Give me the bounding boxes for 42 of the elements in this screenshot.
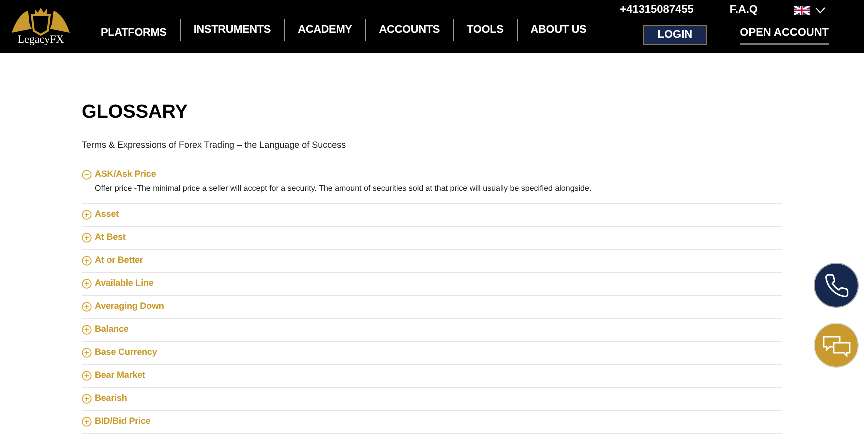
faq-link[interactable]: F.A.Q — [730, 2, 758, 18]
expand-icon[interactable] — [82, 210, 92, 220]
collapse-icon[interactable] — [82, 170, 92, 180]
glossary-term[interactable]: At or Better — [95, 254, 144, 268]
expand-icon[interactable] — [82, 233, 92, 243]
glossary-term[interactable]: ASK/Ask Price — [95, 168, 156, 182]
login-button[interactable]: LOGIN — [643, 25, 708, 45]
expand-icon[interactable] — [82, 256, 92, 266]
nav-link[interactable]: ABOUT US — [518, 22, 600, 38]
phone-icon — [824, 272, 850, 298]
glossary-term[interactable]: Balance — [95, 323, 129, 337]
glossary-term[interactable]: At Best — [95, 231, 126, 245]
expand-icon[interactable] — [82, 302, 92, 312]
expand-icon[interactable] — [82, 394, 92, 404]
glossary-term[interactable]: Available Line — [95, 277, 154, 291]
nav-link[interactable]: ACCOUNTS — [366, 22, 454, 38]
glossary-term[interactable]: BID/Bid Price — [95, 415, 151, 429]
nav-link[interactable]: PLATFORMS — [88, 24, 180, 41]
uk-flag-icon[interactable] — [794, 6, 810, 14]
expand-icon[interactable] — [82, 279, 92, 289]
phone-call-button[interactable] — [814, 263, 859, 308]
page-subtitle: Terms & Expressions of Forex Trading – the Language of Success — [82, 139, 348, 152]
chat-button[interactable] — [814, 323, 859, 368]
expand-icon[interactable] — [82, 348, 92, 358]
nav-link[interactable]: INSTRUMENTS — [180, 22, 284, 38]
glossary-term[interactable]: Bear Market — [95, 369, 146, 383]
glossary-term[interactable]: Bearish — [95, 392, 128, 406]
logo-text: LegacyFX — [18, 35, 64, 46]
term-definition: Offer price -The minimal price a seller will accept for a security. The amount of securities sold at that price will usually be specified alongside. — [94, 182, 593, 194]
phone-number[interactable]: +41315087455 — [620, 2, 694, 18]
expand-icon[interactable] — [82, 325, 92, 335]
glossary-term[interactable]: Asset — [95, 208, 120, 222]
glossary-term[interactable]: Averaging Down — [95, 300, 164, 314]
chat-bubbles-icon — [822, 334, 852, 358]
expand-icon[interactable] — [82, 417, 92, 427]
chevron-down-icon[interactable] — [815, 6, 826, 14]
expand-icon[interactable] — [82, 371, 92, 381]
nav-link[interactable]: TOOLS — [454, 22, 517, 38]
nav-link[interactable]: ACADEMY — [285, 22, 366, 38]
glossary-term[interactable]: Base Currency — [95, 346, 158, 360]
page-title: GLOSSARY — [82, 103, 189, 122]
open-account-link[interactable]: OPEN ACCOUNT — [740, 25, 829, 45]
